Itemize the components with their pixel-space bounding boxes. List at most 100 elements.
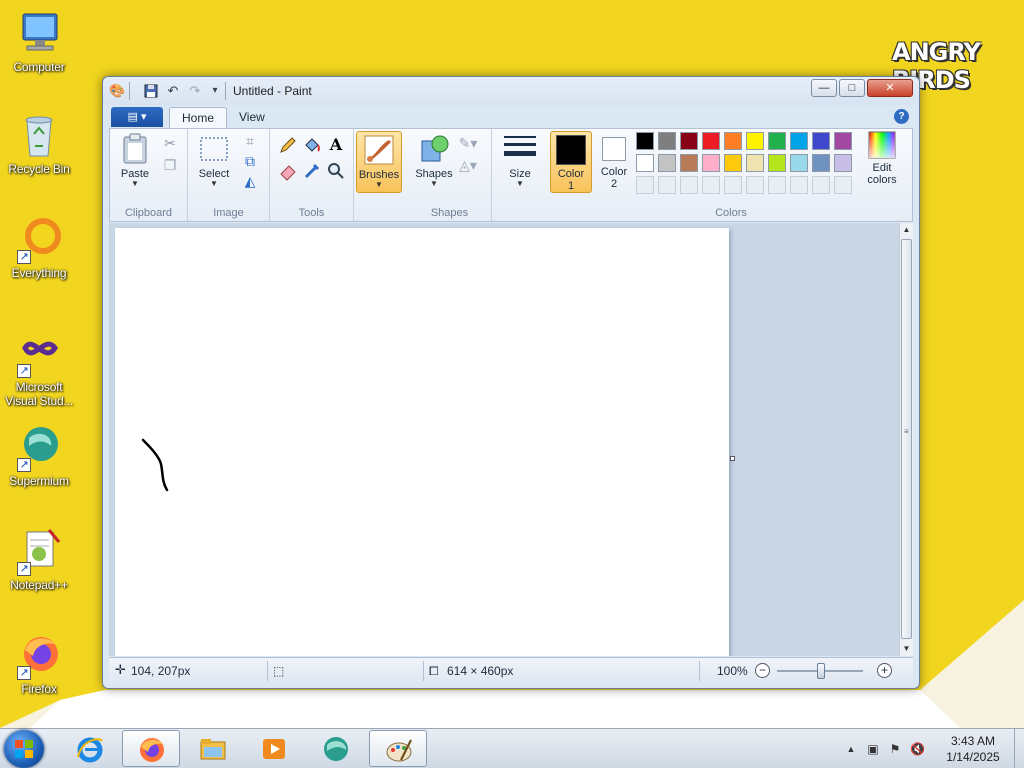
- color2-button[interactable]: Color 2: [594, 131, 634, 193]
- taskbar-paint[interactable]: [369, 730, 427, 767]
- edit-colors-button[interactable]: Edit colors: [858, 131, 906, 186]
- close-button[interactable]: ✕: [867, 79, 913, 97]
- minimize-button[interactable]: —: [811, 79, 837, 97]
- desktop-icon-supermium[interactable]: ↗ Supermium: [1, 424, 77, 488]
- magnifier-icon[interactable]: [326, 161, 346, 181]
- paint-icon: [386, 739, 412, 762]
- palette-swatch[interactable]: [680, 132, 698, 150]
- palette-swatch[interactable]: [636, 154, 654, 172]
- tab-view[interactable]: View: [227, 107, 277, 128]
- desktop-icon-label: Recycle Bin: [8, 162, 70, 176]
- palette-swatch-empty[interactable]: [834, 176, 852, 194]
- redo-icon[interactable]: ↷: [187, 83, 203, 99]
- palette-swatch-empty[interactable]: [746, 176, 764, 194]
- vertical-scrollbar[interactable]: ▲ ≡ ▼: [899, 223, 913, 656]
- palette-swatch[interactable]: [724, 132, 742, 150]
- crop-icon[interactable]: ⌗: [240, 131, 260, 151]
- desktop-icon-label: Everything: [11, 266, 67, 280]
- palette-swatch[interactable]: [636, 132, 654, 150]
- select-button[interactable]: Select ▼: [194, 133, 234, 188]
- color1-button[interactable]: Color 1: [550, 131, 592, 193]
- palette-swatch-empty[interactable]: [768, 176, 786, 194]
- size-button[interactable]: Size ▼: [500, 133, 540, 188]
- scroll-up-icon[interactable]: ▲: [900, 223, 913, 237]
- fill-icon[interactable]: ◬▾: [458, 155, 478, 175]
- maximize-button[interactable]: □: [839, 79, 865, 97]
- copy-icon[interactable]: ❐: [160, 155, 180, 175]
- zoom-level: 100%: [717, 664, 748, 678]
- palette-swatch[interactable]: [768, 132, 786, 150]
- zoom-in-button[interactable]: +: [877, 663, 892, 678]
- cut-icon[interactable]: ✂: [160, 133, 180, 153]
- fill-bucket-icon[interactable]: [302, 135, 322, 155]
- show-hidden-icons-icon[interactable]: ▲: [844, 742, 858, 756]
- show-desktop-button[interactable]: [1014, 729, 1024, 768]
- volume-muted-icon[interactable]: 🔇: [910, 742, 925, 756]
- taskbar-internet-explorer[interactable]: [61, 730, 119, 767]
- resize-icon[interactable]: ⧉: [240, 151, 260, 171]
- brushes-button[interactable]: Brushes ▼: [356, 131, 402, 193]
- customize-quick-access-icon[interactable]: ▾: [207, 83, 223, 99]
- palette-swatch[interactable]: [658, 132, 676, 150]
- palette-swatch-empty[interactable]: [790, 176, 808, 194]
- taskbar-file-explorer[interactable]: [184, 730, 242, 767]
- canvas-resize-handle[interactable]: [730, 456, 735, 461]
- drawing-canvas[interactable]: [115, 228, 729, 656]
- paint-app-icon[interactable]: 🎨: [109, 83, 125, 99]
- paste-button[interactable]: Paste ▼: [116, 133, 154, 188]
- tab-home[interactable]: Home: [169, 107, 228, 128]
- palette-swatch[interactable]: [724, 154, 742, 172]
- canvas-workspace: [109, 223, 899, 656]
- zoom-out-button[interactable]: −: [755, 663, 770, 678]
- start-button[interactable]: [4, 730, 44, 768]
- paint-menu-button[interactable]: ▤ ▾: [111, 107, 163, 127]
- desktop-icon-firefox[interactable]: ↗ Firefox: [1, 632, 77, 696]
- palette-swatch-empty[interactable]: [724, 176, 742, 194]
- eraser-icon[interactable]: [278, 161, 298, 181]
- palette-swatch-empty[interactable]: [658, 176, 676, 194]
- taskbar-firefox[interactable]: [122, 730, 180, 767]
- palette-swatch[interactable]: [702, 154, 720, 172]
- desktop-icon-notepadpp[interactable]: ↗ Notepad++: [1, 528, 77, 592]
- text-tool-icon[interactable]: A: [326, 135, 346, 155]
- palette-swatch[interactable]: [834, 154, 852, 172]
- zoom-slider-thumb[interactable]: [817, 663, 825, 679]
- palette-swatch[interactable]: [834, 132, 852, 150]
- undo-icon[interactable]: ↶: [165, 83, 181, 99]
- save-icon[interactable]: [143, 83, 159, 99]
- desktop-icon-recycle-bin[interactable]: Recycle Bin: [1, 112, 77, 176]
- palette-swatch-empty[interactable]: [680, 176, 698, 194]
- palette-swatch-empty[interactable]: [812, 176, 830, 194]
- color-picker-icon[interactable]: [302, 161, 322, 181]
- palette-swatch[interactable]: [658, 154, 676, 172]
- palette-swatch-empty[interactable]: [636, 176, 654, 194]
- cursor-position: 104, 207px: [131, 664, 191, 678]
- palette-swatch-empty[interactable]: [702, 176, 720, 194]
- desktop-icon-computer[interactable]: Computer: [1, 10, 77, 74]
- palette-swatch[interactable]: [768, 154, 786, 172]
- network-icon[interactable]: ▣: [866, 742, 880, 756]
- taskbar-media-player[interactable]: [245, 730, 303, 767]
- palette-swatch[interactable]: [812, 154, 830, 172]
- clock[interactable]: 3:43 AM 1/14/2025: [936, 733, 1010, 765]
- group-shapes: Shapes ▼ ✎▾ ◬▾ Shapes: [408, 129, 492, 221]
- action-center-flag-icon[interactable]: ⚑: [888, 742, 902, 756]
- title-bar[interactable]: 🎨 ↶ ↷ ▾ Untitled - Paint — □ ✕: [103, 77, 919, 105]
- palette-swatch[interactable]: [790, 132, 808, 150]
- help-icon[interactable]: ?: [894, 109, 909, 124]
- palette-swatch[interactable]: [702, 132, 720, 150]
- outline-icon[interactable]: ✎▾: [458, 133, 478, 153]
- scroll-down-icon[interactable]: ▼: [900, 642, 913, 656]
- palette-swatch[interactable]: [680, 154, 698, 172]
- scrollbar-thumb[interactable]: ≡: [901, 239, 912, 639]
- pencil-icon[interactable]: [278, 135, 298, 155]
- palette-swatch[interactable]: [812, 132, 830, 150]
- desktop-icon-visual-studio[interactable]: ↗ Microsoft Visual Stud...: [1, 330, 77, 408]
- palette-swatch[interactable]: [746, 132, 764, 150]
- palette-swatch[interactable]: [746, 154, 764, 172]
- rotate-icon[interactable]: ◭: [240, 171, 260, 191]
- taskbar-supermium[interactable]: [307, 730, 365, 767]
- palette-swatch[interactable]: [790, 154, 808, 172]
- desktop-icon-everything[interactable]: ↗ Everything: [1, 216, 77, 280]
- shapes-button[interactable]: Shapes ▼: [414, 133, 454, 188]
